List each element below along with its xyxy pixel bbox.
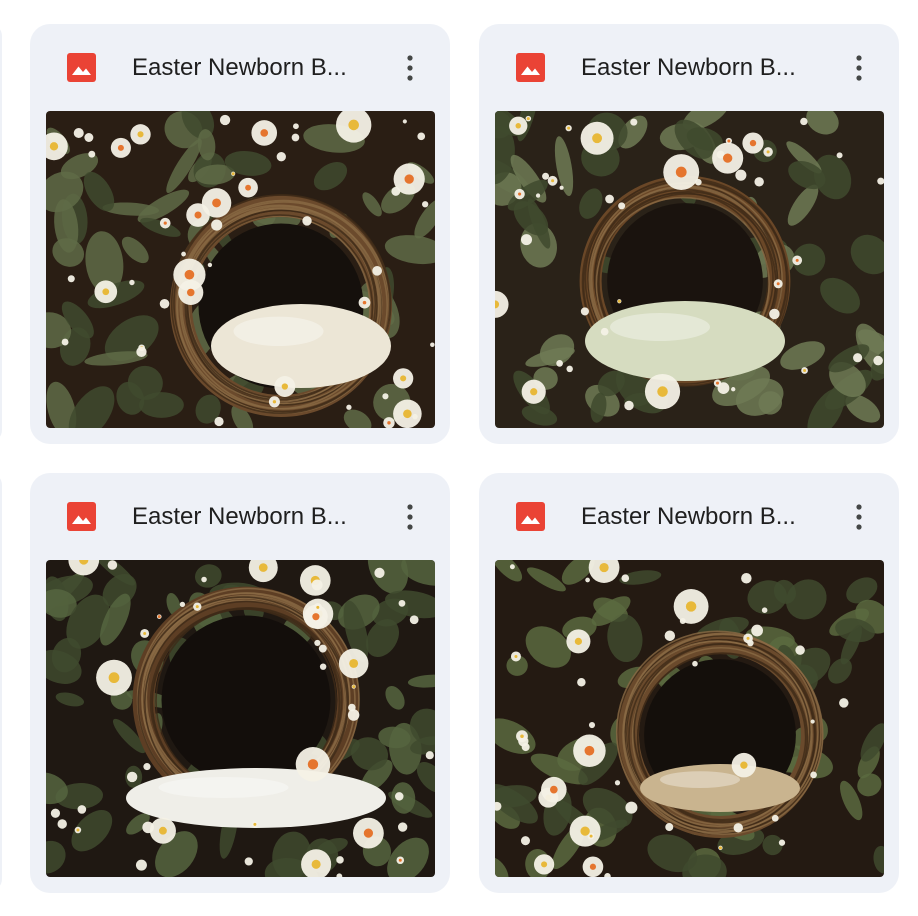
file-card-header: Easter Newborn B... <box>30 473 450 559</box>
photo-thumbnail-art <box>46 560 435 877</box>
image-file-icon <box>516 502 545 531</box>
more-options-button[interactable] <box>839 48 879 88</box>
file-card[interactable]: Easter Newborn B... <box>479 24 899 444</box>
file-name: Easter Newborn B... <box>132 503 347 530</box>
file-thumbnail[interactable] <box>46 560 435 877</box>
photo-thumbnail-art <box>495 560 884 877</box>
file-name: Easter Newborn B... <box>132 54 347 81</box>
file-thumbnail[interactable] <box>46 111 435 428</box>
photo-thumbnail-art <box>46 111 435 428</box>
more-options-button[interactable] <box>839 497 879 537</box>
file-card-header: Easter Newborn B... <box>479 24 899 110</box>
file-thumbnail[interactable] <box>495 560 884 877</box>
file-card[interactable]: Easter Newborn B... <box>479 473 899 893</box>
more-options-button[interactable] <box>390 497 430 537</box>
file-card-header: Easter Newborn B... <box>30 24 450 110</box>
more-vert-icon <box>407 504 413 530</box>
partial-file-card-left[interactable] <box>0 473 2 891</box>
image-file-icon <box>67 502 96 531</box>
more-vert-icon <box>856 55 862 81</box>
image-file-icon <box>67 53 96 82</box>
file-card-header: Easter Newborn B... <box>479 473 899 559</box>
more-vert-icon <box>856 504 862 530</box>
file-card[interactable]: Easter Newborn B... <box>30 473 450 893</box>
more-options-button[interactable] <box>390 48 430 88</box>
file-card[interactable]: Easter Newborn B... <box>30 24 450 444</box>
file-thumbnail[interactable] <box>495 111 884 428</box>
image-file-icon <box>516 53 545 82</box>
file-name: Easter Newborn B... <box>581 503 796 530</box>
file-name: Easter Newborn B... <box>581 54 796 81</box>
more-vert-icon <box>407 55 413 81</box>
photo-thumbnail-art <box>495 111 884 428</box>
partial-file-card-left[interactable] <box>0 24 2 442</box>
